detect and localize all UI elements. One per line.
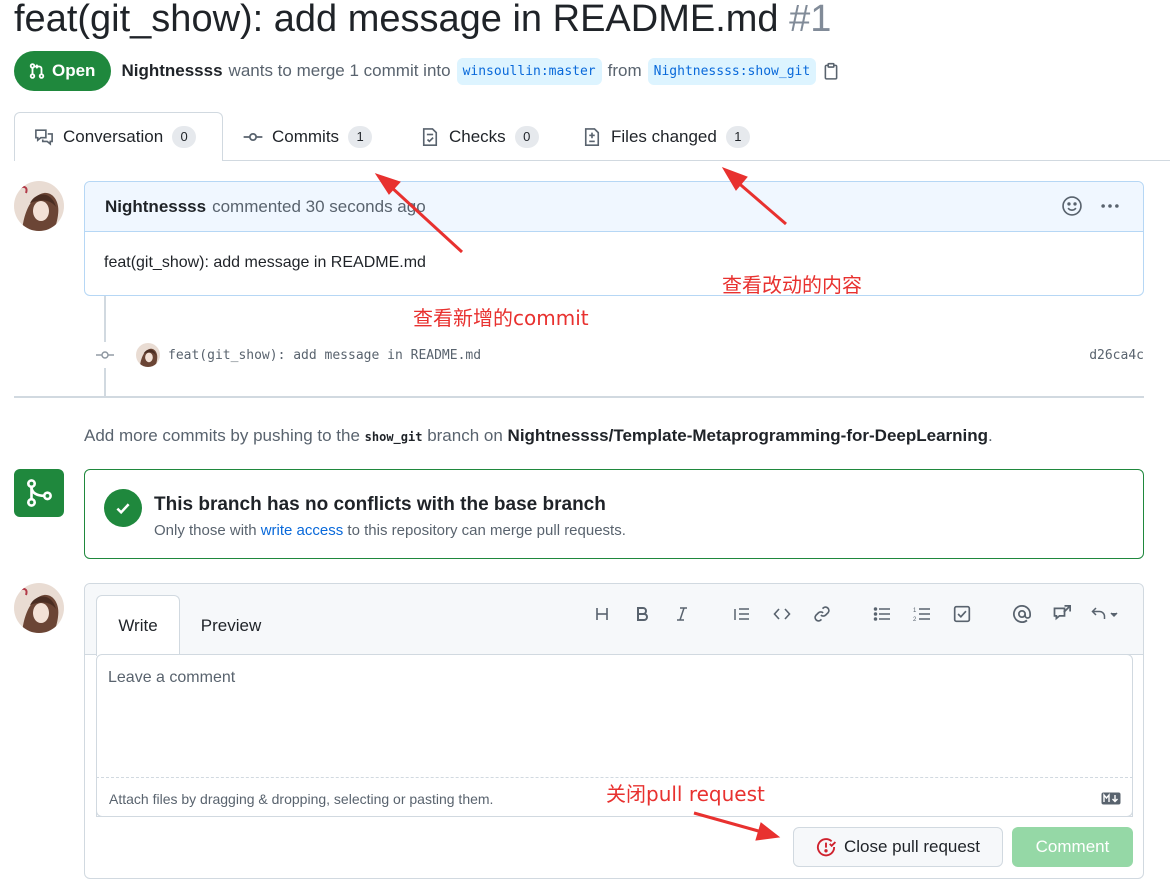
annotation-arrow-commits (374, 173, 464, 254)
annotation-commits: 查看新增的commit (413, 306, 589, 330)
annotation-arrows (374, 167, 787, 841)
annotation-files: 查看改动的内容 (722, 273, 862, 297)
annotation-arrow-close (693, 811, 781, 841)
annotation-close: 关闭pull request (606, 782, 765, 806)
annotation-arrow-files (721, 167, 787, 226)
